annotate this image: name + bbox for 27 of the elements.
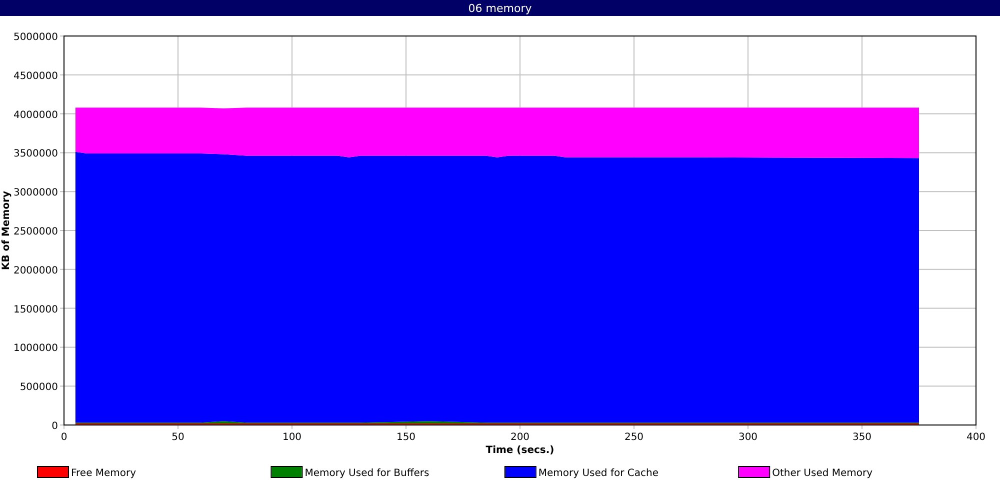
x-tick-label: 400 [966, 432, 986, 443]
chart-title: 06 memory [468, 2, 532, 14]
y-tick-label: 500000 [20, 382, 58, 394]
x-tick-label: 0 [60, 432, 68, 443]
legend-label: Free Memory [71, 468, 136, 479]
legend-label: Memory Used for Cache [538, 468, 658, 479]
y-tick-label: 4000000 [13, 110, 58, 121]
y-tick-label: 1000000 [13, 343, 58, 354]
x-tick-label: 300 [738, 432, 758, 443]
x-tick-label: 350 [852, 432, 872, 443]
y-tick-label: 2000000 [13, 265, 58, 276]
x-axis-title: Time (secs.) [486, 445, 554, 456]
y-tick-label: 5000000 [13, 32, 58, 43]
x-tick-label: 250 [624, 432, 644, 443]
y-tick-label: 3500000 [13, 148, 58, 160]
x-tick-label: 100 [282, 432, 302, 443]
y-tick-label: 0 [52, 421, 58, 432]
y-axis-title: KB of Memory [1, 190, 12, 270]
y-tick-label: 4500000 [13, 70, 58, 82]
y-tick-label: 3000000 [13, 188, 58, 199]
x-tick-label: 150 [396, 432, 416, 443]
x-tick-label: 200 [510, 432, 530, 443]
legend-label: Memory Used for Buffers [304, 468, 430, 479]
y-tick-label: 2500000 [13, 226, 58, 238]
y-tick-label: 1500000 [13, 304, 58, 316]
x-tick-label: 50 [172, 432, 184, 443]
legend-label: Other Used Memory [772, 468, 873, 479]
